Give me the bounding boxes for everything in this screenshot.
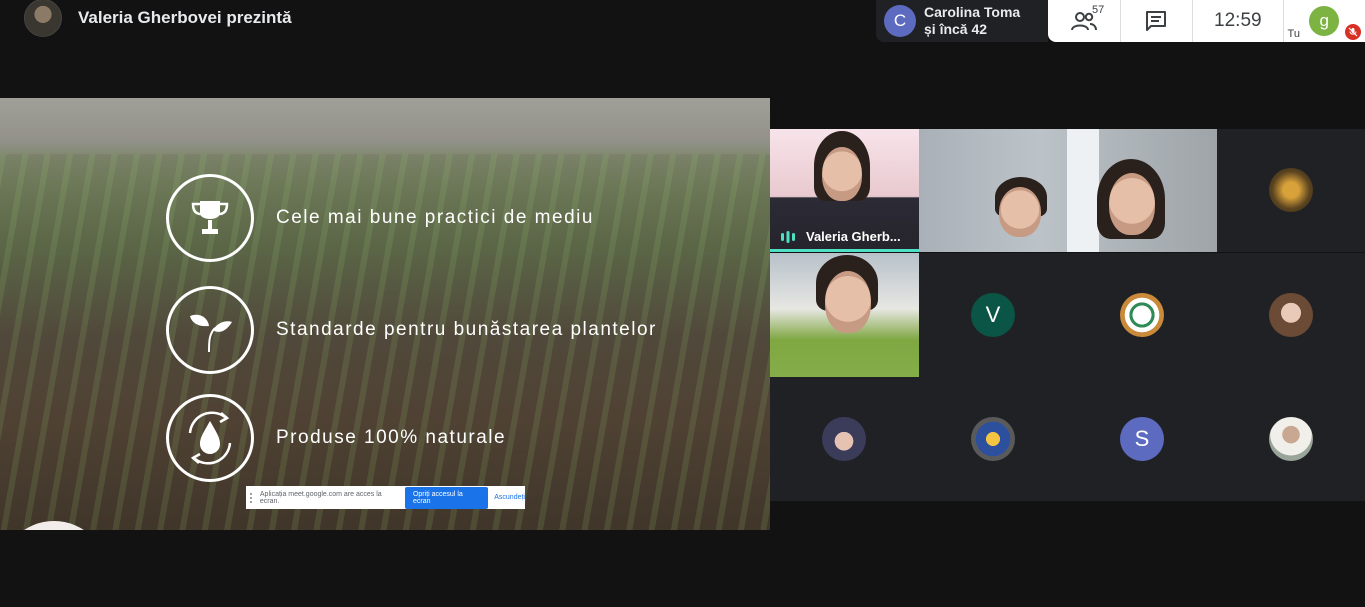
participant-avatar-v: V (971, 293, 1015, 337)
presenter-header: Valeria Gherbovei prezintă (24, 0, 292, 37)
shared-screen: Cele mai bune practici de mediu Standard… (0, 98, 770, 530)
notification-name: Carolina Toma (924, 4, 1021, 20)
screen-share-banner: Aplicația meet.google.com are acces la e… (246, 486, 525, 509)
mic-off-icon (1345, 24, 1362, 40)
participant-tile[interactable] (1068, 253, 1217, 377)
chat-icon (1146, 11, 1167, 31)
slide-item-standards: Standarde pentru bunăstarea plantelor (166, 286, 657, 374)
slide-text: Produse 100% naturale (276, 427, 507, 448)
notification-text: Carolina Toma și încă 42 (924, 4, 1020, 38)
meeting-clock: 12:59 (1192, 0, 1282, 42)
slide-text: Cele mai bune practici de mediu (276, 207, 594, 228)
participant-face (999, 187, 1041, 237)
participant-tile[interactable] (1217, 129, 1365, 252)
participant-avatar-logo (971, 417, 1015, 461)
hide-banner-button[interactable]: Ascundeți (494, 494, 525, 501)
participant-avatar (822, 417, 866, 461)
participant-avatar-logo (1120, 293, 1164, 337)
join-notification[interactable]: C Carolina Toma și încă 42 (876, 0, 1048, 42)
slide-item-practices: Cele mai bune practici de mediu (166, 174, 594, 262)
participant-tile[interactable] (770, 377, 919, 501)
meeting-controls: 57 12:59 g Tu (1048, 0, 1365, 42)
self-avatar: g (1309, 6, 1340, 36)
drag-handle[interactable] (250, 492, 256, 503)
stop-sharing-button[interactable]: Opriți accesul la ecran (404, 486, 489, 509)
water-drop-icon (166, 394, 254, 482)
self-label: Tu (1287, 28, 1300, 40)
participant-avatar-s: S (1120, 417, 1164, 461)
presenter-avatar (24, 0, 62, 37)
top-bar: C Carolina Toma și încă 42 57 12:59 g Tu (876, 0, 1365, 42)
participant-tile[interactable] (1217, 377, 1365, 501)
speaker-name: Valeria Gherb... (806, 229, 901, 244)
participant-avatar (1269, 293, 1313, 337)
sprout-icon (166, 286, 254, 374)
window-curtain (1067, 129, 1099, 252)
participant-avatar (1269, 168, 1313, 212)
slide-text: Standarde pentru bunăstarea plantelor (276, 319, 657, 340)
people-count: 57 (1092, 4, 1105, 16)
people-button[interactable]: 57 (1048, 0, 1120, 42)
participant-tile-speaker[interactable]: Valeria Gherb... (770, 129, 919, 252)
speaking-indicator (770, 249, 919, 252)
notification-avatar: C (884, 5, 916, 37)
audio-wave-icon (781, 230, 795, 243)
participant-tile-v[interactable]: V (919, 253, 1068, 377)
slide-item-natural: Produse 100% naturale (166, 394, 506, 482)
participant-face (822, 147, 862, 201)
participant-face (1109, 173, 1155, 235)
participant-face (825, 271, 871, 333)
speaker-name-label: Valeria Gherb... (780, 229, 901, 244)
self-tile[interactable]: g Tu (1282, 0, 1365, 42)
share-message: Aplicația meet.google.com are acces la e… (259, 490, 382, 505)
trophy-icon (166, 174, 254, 262)
presenter-label: Valeria Gherbovei prezintă (78, 8, 292, 27)
participant-tile[interactable] (919, 377, 1068, 501)
chat-button[interactable] (1119, 0, 1193, 42)
participant-tile-s[interactable]: S (1068, 377, 1217, 501)
participant-tile-camera[interactable] (770, 253, 919, 377)
participant-tile[interactable] (1217, 253, 1365, 377)
notification-others: și încă 42 (924, 21, 988, 37)
participant-avatar (1269, 417, 1313, 461)
participant-tile-duo[interactable] (919, 129, 1217, 252)
